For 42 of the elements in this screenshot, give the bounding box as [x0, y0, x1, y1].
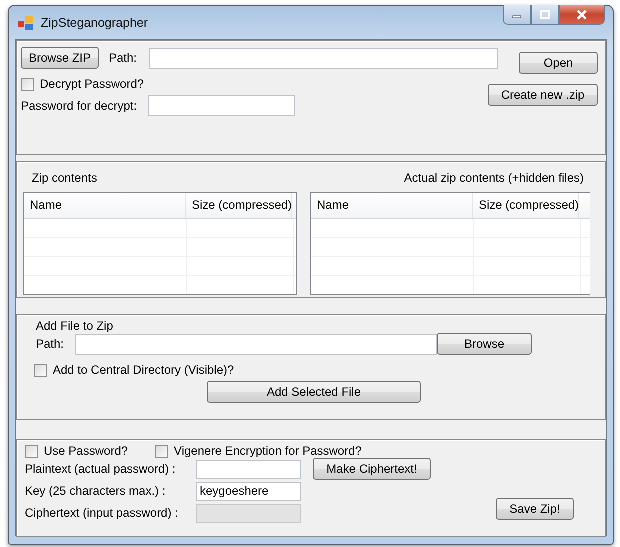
- list-title: Actual zip contents (+hidden files): [404, 170, 584, 187]
- browse-button[interactable]: Browse: [437, 333, 532, 355]
- close-icon: [576, 10, 588, 20]
- column-header[interactable]: Size (compressed): [473, 193, 579, 218]
- close-button[interactable]: [559, 5, 605, 25]
- section-title: Add File to Zip: [36, 319, 114, 333]
- app-icon: [18, 16, 34, 30]
- window-title: ZipSteganographer: [41, 16, 148, 30]
- column-header[interactable]: Size (compressed): [186, 193, 292, 218]
- file-list[interactable]: Name Size (compressed): [310, 192, 590, 295]
- field-label: Ciphertext (input password) :: [25, 506, 180, 520]
- column-header[interactable]: Name: [311, 193, 473, 218]
- browse-zip-button[interactable]: Browse ZIP: [21, 47, 99, 69]
- field-label: Key (25 characters max.) :: [25, 484, 167, 498]
- path-field[interactable]: [75, 334, 437, 354]
- path-label: Path:: [109, 51, 138, 65]
- checkbox[interactable]: [34, 364, 47, 376]
- path-label: Path:: [36, 337, 66, 351]
- create-zip-button[interactable]: Create new .zip: [488, 84, 598, 106]
- checkbox[interactable]: [155, 444, 168, 458]
- checkbox-label: Vigenere Encryption for Password?: [174, 444, 362, 458]
- path-field[interactable]: [149, 48, 498, 68]
- make-ciphertext-button[interactable]: Make Ciphertext!: [313, 458, 431, 480]
- input-field[interactable]: keygoeshere: [196, 482, 301, 500]
- checkbox[interactable]: [21, 78, 34, 90]
- minimize-button[interactable]: [503, 5, 531, 25]
- column-header[interactable]: Name: [24, 193, 186, 218]
- open-button[interactable]: Open: [519, 52, 598, 74]
- password-label: Password for decrypt:: [21, 98, 138, 112]
- checkbox[interactable]: [25, 444, 38, 458]
- add-file-button[interactable]: Add Selected File: [207, 381, 421, 403]
- checkbox-label: Decrypt Password?: [40, 77, 144, 91]
- maximize-button[interactable]: [531, 5, 559, 25]
- checkbox-label: Add to Central Directory (Visible)?: [53, 363, 234, 377]
- list-title: Zip contents: [32, 170, 98, 187]
- file-list[interactable]: Name Size (compressed): [23, 192, 297, 295]
- checkbox-label: Use Password?: [44, 444, 128, 458]
- input-field[interactable]: [196, 460, 301, 478]
- field-label: Plaintext (actual password) :: [25, 462, 177, 476]
- password-field[interactable]: [148, 95, 295, 116]
- save-zip-button[interactable]: Save Zip!: [496, 498, 574, 520]
- maximize-icon: [540, 10, 550, 19]
